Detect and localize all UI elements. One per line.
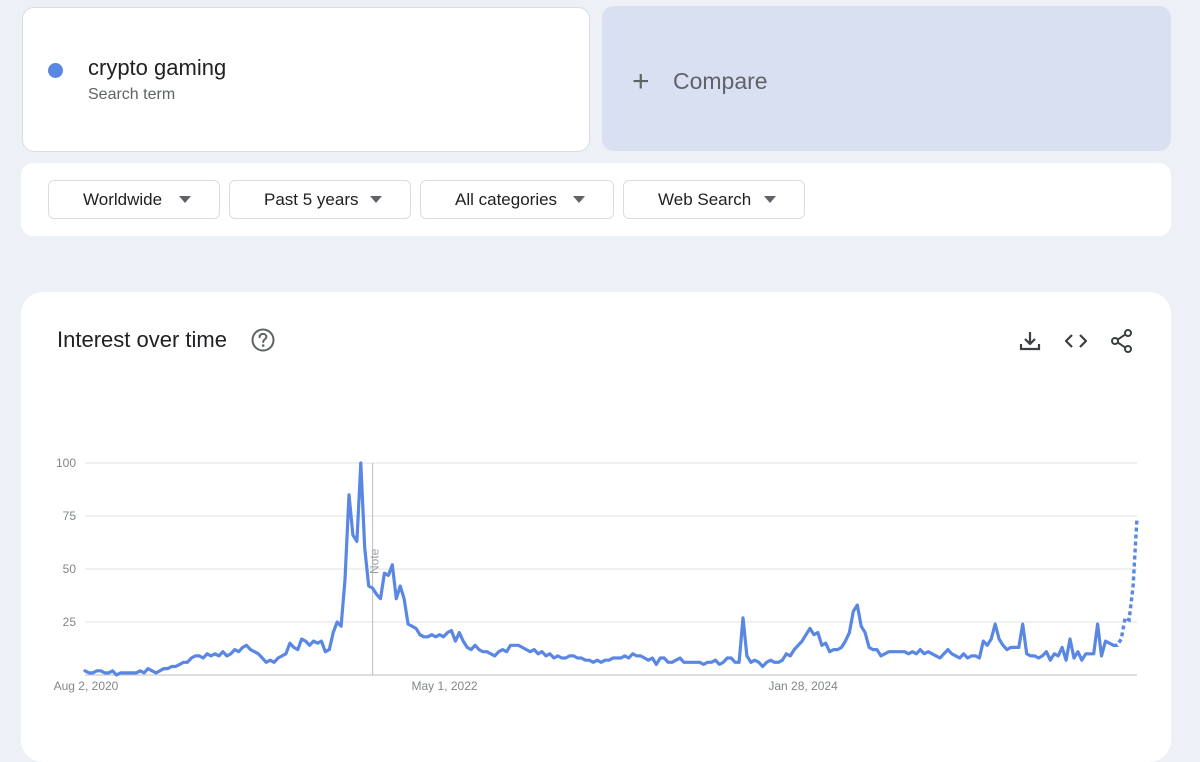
filter-time-label: Past 5 years — [264, 189, 359, 209]
search-term-name[interactable]: crypto gaming — [88, 55, 226, 81]
filter-property-label: Web Search — [658, 189, 752, 209]
help-icon[interactable] — [250, 327, 276, 353]
caret-down-icon — [370, 196, 382, 203]
caret-down-icon — [179, 196, 191, 203]
filter-property-dropdown[interactable]: Web Search — [623, 180, 805, 219]
search-term-color-dot — [48, 63, 63, 78]
plus-icon: + — [632, 65, 650, 98]
chart-title: Interest over time — [57, 327, 227, 352]
caret-down-icon — [764, 196, 776, 203]
filter-category-label: All categories — [455, 189, 558, 209]
search-term-subtitle: Search term — [88, 86, 176, 103]
filter-region-dropdown[interactable]: Worldwide — [48, 180, 220, 219]
filter-time-dropdown[interactable]: Past 5 years — [229, 180, 411, 219]
embed-code-icon[interactable] — [1063, 328, 1089, 354]
interest-over-time-card — [21, 292, 1171, 762]
compare-label[interactable]: Compare — [673, 68, 768, 95]
download-icon[interactable] — [1017, 328, 1043, 354]
share-icon[interactable] — [1109, 328, 1135, 354]
filter-category-dropdown[interactable]: All categories — [420, 180, 614, 219]
caret-down-icon — [573, 196, 585, 203]
filter-region-label: Worldwide — [83, 189, 163, 209]
